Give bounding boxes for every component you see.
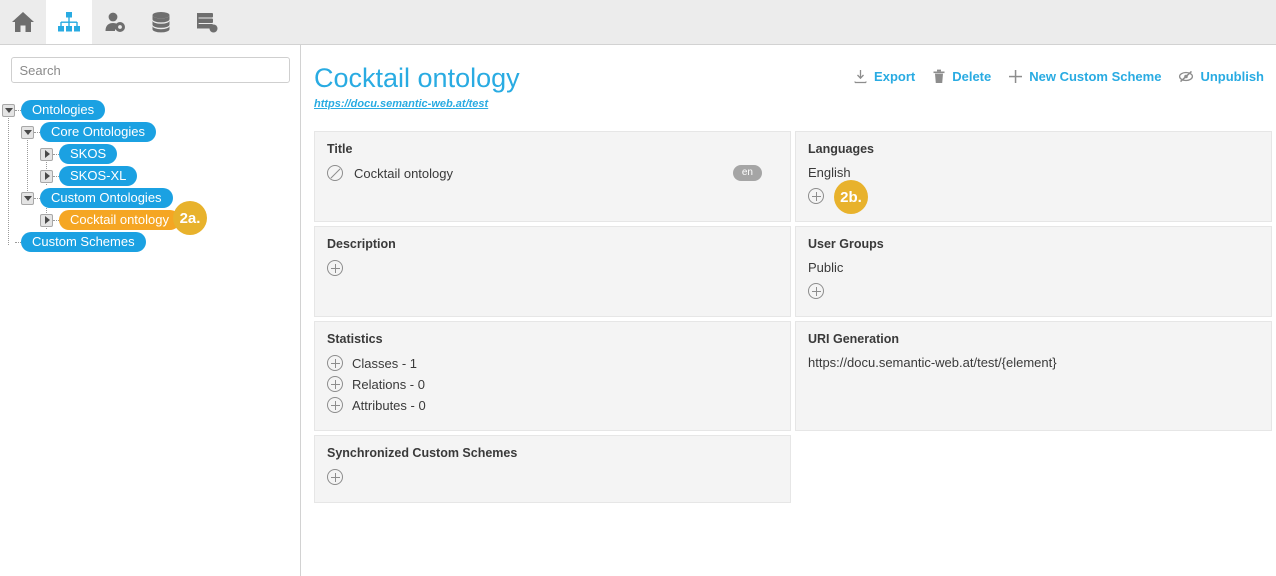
search-input[interactable] bbox=[10, 57, 290, 83]
statistics-attributes-label: Attributes - 0 bbox=[352, 397, 426, 413]
uri-generation-value: https://docu.semantic-web.at/test/{eleme… bbox=[808, 355, 1057, 370]
tree-toggle-icon[interactable] bbox=[21, 125, 34, 139]
page-header: Cocktail ontology https://docu.semantic-… bbox=[314, 63, 1264, 112]
toolbar-home-button[interactable] bbox=[0, 0, 46, 44]
main-content: Cocktail ontology https://docu.semantic-… bbox=[301, 45, 1276, 576]
hierarchy-icon bbox=[57, 11, 81, 33]
unpublish-label: Unpublish bbox=[1200, 69, 1264, 84]
add-language-icon[interactable] bbox=[808, 188, 824, 204]
database-icon bbox=[149, 11, 173, 33]
user-groups-add-row bbox=[808, 283, 1259, 299]
panel-languages: Languages English 2b. bbox=[795, 131, 1272, 222]
tree-node-label[interactable]: SKOS-XL bbox=[59, 166, 138, 186]
panel-description-heading: Description bbox=[327, 237, 396, 251]
panel-synchronized-custom-schemes: Synchronized Custom Schemes bbox=[314, 435, 791, 503]
languages-value: English bbox=[808, 165, 851, 180]
add-description-icon[interactable] bbox=[327, 260, 343, 276]
tree-node-label[interactable]: Custom Ontologies bbox=[40, 188, 173, 208]
expand-attributes-icon[interactable] bbox=[327, 397, 343, 413]
tree-toggle-icon[interactable] bbox=[40, 213, 53, 227]
toolbar-ontologies-button[interactable] bbox=[46, 0, 92, 44]
annotation-badge-2b: 2b. bbox=[834, 180, 868, 214]
title-value: Cocktail ontology bbox=[354, 165, 453, 181]
export-button[interactable]: Export bbox=[853, 69, 915, 84]
user-settings-icon bbox=[103, 11, 127, 33]
server-icon bbox=[195, 11, 219, 33]
panel-languages-heading: Languages bbox=[808, 142, 874, 156]
tree-toggle-icon[interactable] bbox=[40, 147, 53, 161]
languages-add-row bbox=[808, 188, 1259, 204]
language-badge: en bbox=[732, 165, 762, 181]
tree-node-skos[interactable]: SKOS bbox=[0, 143, 300, 165]
ontology-tree: Ontologies Core Ontologies SKOS SKOS-XL bbox=[0, 99, 300, 253]
tree-node-core-ontologies[interactable]: Core Ontologies bbox=[0, 121, 300, 143]
tree-node-custom-ontologies[interactable]: Custom Ontologies bbox=[0, 187, 300, 209]
panel-statistics-heading: Statistics bbox=[327, 332, 383, 346]
panel-title-heading: Title bbox=[327, 142, 353, 156]
tree-node-label[interactable]: SKOS bbox=[59, 144, 118, 164]
tree-node-label[interactable]: Custom Schemes bbox=[21, 232, 146, 252]
panel-user-groups-heading: User Groups bbox=[808, 237, 884, 251]
panel-title: Title Cocktail ontology en bbox=[314, 131, 791, 222]
page-actions: Export Delete New Custom Scheme Unpublis… bbox=[853, 69, 1264, 84]
new-custom-scheme-button[interactable]: New Custom Scheme bbox=[1008, 69, 1161, 84]
tree-node-label[interactable]: Cocktail ontology bbox=[59, 210, 180, 230]
detail-panels: Title Cocktail ontology en Languages Eng… bbox=[314, 131, 1272, 503]
toolbar-server-button[interactable] bbox=[184, 0, 230, 44]
tree-toggle-icon[interactable] bbox=[40, 169, 53, 183]
download-icon bbox=[853, 69, 868, 84]
panel-description: Description bbox=[314, 226, 791, 317]
add-sync-scheme-icon[interactable] bbox=[327, 469, 343, 485]
tree-node-label[interactable]: Core Ontologies bbox=[40, 122, 156, 142]
sync-schemes-add-row bbox=[327, 469, 778, 485]
main-toolbar bbox=[0, 0, 1276, 45]
statistics-row-relations[interactable]: Relations - 0 bbox=[327, 376, 778, 392]
panel-uri-generation: URI Generation https://docu.semantic-web… bbox=[795, 321, 1272, 431]
annotation-badge-2a: 2a. bbox=[173, 201, 207, 235]
add-user-group-icon[interactable] bbox=[808, 283, 824, 299]
panel-statistics: Statistics Classes - 1 Relations - 0 Att… bbox=[314, 321, 791, 431]
toolbar-database-button[interactable] bbox=[138, 0, 184, 44]
home-icon bbox=[11, 11, 35, 33]
delete-button[interactable]: Delete bbox=[932, 69, 991, 84]
panel-sync-schemes-heading: Synchronized Custom Schemes bbox=[327, 446, 518, 460]
statistics-classes-label: Classes - 1 bbox=[352, 355, 418, 371]
title-value-row: Cocktail ontology en bbox=[327, 165, 778, 181]
tree-node-custom-schemes[interactable]: Custom Schemes bbox=[0, 231, 300, 253]
delete-label: Delete bbox=[952, 69, 992, 84]
tree-toggle-icon[interactable] bbox=[21, 191, 34, 205]
page-url-link[interactable]: https://docu.semantic-web.at/test bbox=[314, 98, 488, 110]
page-title: Cocktail ontology bbox=[314, 63, 520, 93]
panel-uri-generation-heading: URI Generation bbox=[808, 332, 899, 346]
toolbar-user-management-button[interactable] bbox=[92, 0, 138, 44]
statistics-relations-label: Relations - 0 bbox=[352, 376, 425, 392]
statistics-row-classes[interactable]: Classes - 1 bbox=[327, 355, 778, 371]
expand-relations-icon[interactable] bbox=[327, 376, 343, 392]
tree-node-label[interactable]: Ontologies bbox=[21, 100, 106, 120]
unpublish-button[interactable]: Unpublish bbox=[1178, 69, 1264, 84]
tree-node-ontologies[interactable]: Ontologies bbox=[0, 99, 300, 121]
panel-user-groups: User Groups Public bbox=[795, 226, 1272, 317]
page-header-left: Cocktail ontology https://docu.semantic-… bbox=[314, 63, 520, 112]
trash-icon bbox=[932, 69, 946, 84]
export-label: Export bbox=[874, 69, 916, 84]
plus-icon bbox=[1008, 69, 1023, 84]
expand-classes-icon[interactable] bbox=[327, 355, 343, 371]
tree-toggle-icon[interactable] bbox=[2, 103, 15, 117]
statistics-row-attributes[interactable]: Attributes - 0 bbox=[327, 397, 778, 413]
eye-slash-icon bbox=[1178, 69, 1194, 84]
sidebar: Ontologies Core Ontologies SKOS SKOS-XL bbox=[0, 45, 301, 576]
tree-node-skos-xl[interactable]: SKOS-XL bbox=[0, 165, 300, 187]
tree-node-cocktail-ontology[interactable]: Cocktail ontology bbox=[0, 209, 300, 231]
description-add-row bbox=[327, 260, 778, 276]
new-custom-scheme-label: New Custom Scheme bbox=[1029, 69, 1162, 84]
user-groups-value: Public bbox=[808, 260, 844, 275]
edit-icon[interactable] bbox=[327, 165, 343, 181]
